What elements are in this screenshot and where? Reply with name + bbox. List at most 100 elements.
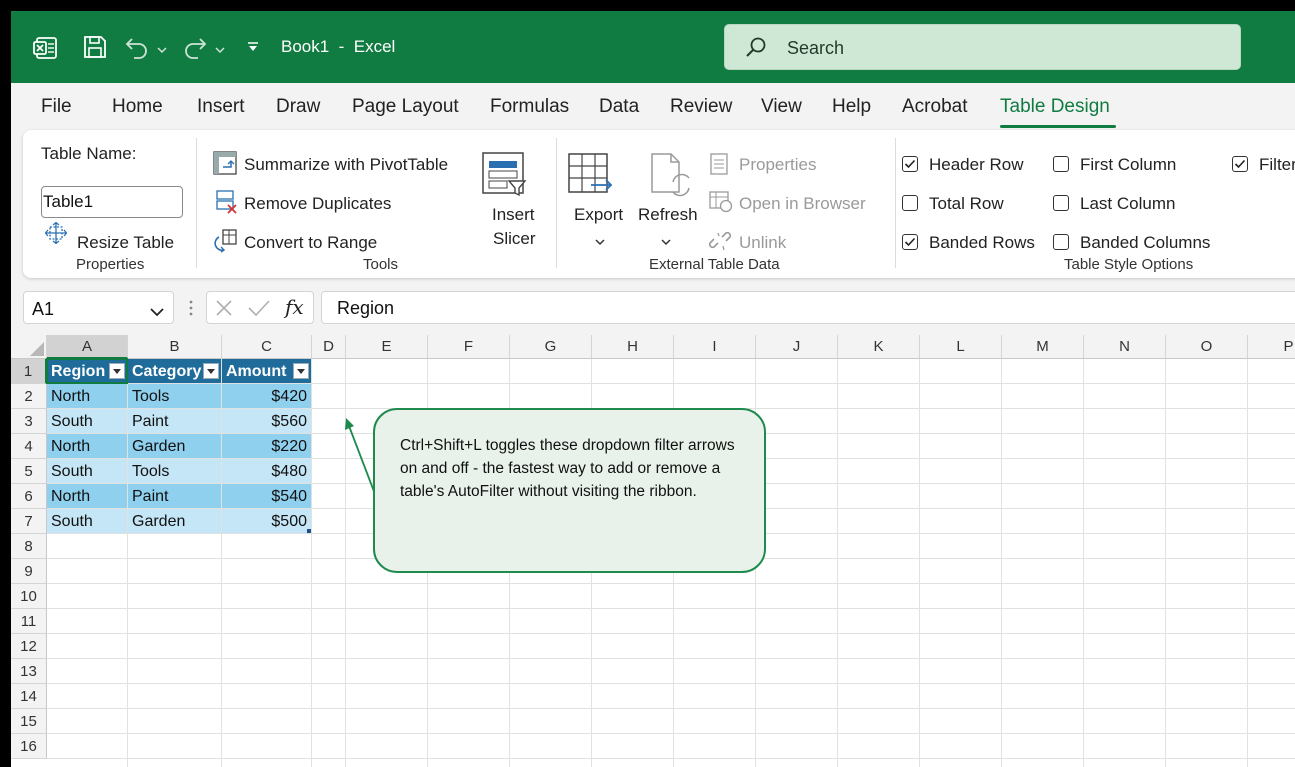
properties-button[interactable]: Properties bbox=[739, 155, 816, 175]
table-cell[interactable]: North bbox=[47, 484, 127, 508]
formula-input[interactable]: Region bbox=[321, 291, 1295, 324]
undo-icon[interactable] bbox=[124, 35, 150, 64]
table-cell[interactable]: South bbox=[47, 409, 127, 433]
select-all-corner[interactable] bbox=[11, 335, 47, 359]
resize-table-icon[interactable] bbox=[44, 221, 68, 249]
tab-table-design[interactable]: Table Design bbox=[1000, 96, 1110, 118]
redo-dropdown-icon[interactable] bbox=[215, 41, 225, 59]
export-button[interactable]: Export bbox=[574, 205, 623, 225]
column-header-c[interactable]: C bbox=[222, 335, 312, 359]
tab-review[interactable]: Review bbox=[670, 96, 732, 118]
summarize-pivottable-button[interactable]: Summarize with PivotTable bbox=[244, 155, 448, 175]
search-box[interactable]: Search bbox=[724, 24, 1241, 70]
column-header-n[interactable]: N bbox=[1084, 335, 1166, 359]
tab-data[interactable]: Data bbox=[599, 96, 639, 118]
name-box[interactable]: A1 bbox=[23, 291, 174, 324]
tab-insert[interactable]: Insert bbox=[197, 96, 245, 118]
remove-duplicates-icon[interactable] bbox=[216, 190, 238, 219]
export-icon[interactable] bbox=[567, 152, 615, 203]
cancel-icon[interactable] bbox=[215, 299, 233, 322]
filter-button-checkbox[interactable] bbox=[1232, 156, 1248, 172]
tab-acrobat[interactable]: Acrobat bbox=[902, 96, 967, 118]
convert-to-range-button[interactable]: Convert to Range bbox=[244, 233, 377, 253]
export-dropdown-icon[interactable] bbox=[595, 231, 605, 251]
row-header-5[interactable]: 5 bbox=[11, 459, 47, 484]
table-cell[interactable]: North bbox=[47, 434, 127, 458]
tab-file[interactable]: File bbox=[41, 96, 72, 118]
tab-page-layout[interactable]: Page Layout bbox=[352, 96, 459, 118]
column-header-h[interactable]: H bbox=[592, 335, 674, 359]
row-header-2[interactable]: 2 bbox=[11, 384, 47, 409]
table-cell[interactable]: North bbox=[47, 384, 127, 408]
tab-help[interactable]: Help bbox=[832, 96, 871, 118]
row-header-3[interactable]: 3 bbox=[11, 409, 47, 434]
unlink-icon[interactable] bbox=[708, 230, 733, 257]
table-cell[interactable]: Paint bbox=[128, 484, 221, 508]
save-icon[interactable] bbox=[82, 34, 108, 65]
column-header-b[interactable]: B bbox=[128, 335, 222, 359]
table-name-input[interactable]: Table1 bbox=[41, 186, 183, 218]
row-header-12[interactable]: 12 bbox=[11, 634, 47, 659]
column-header-d[interactable]: D bbox=[312, 335, 346, 359]
last-column-checkbox[interactable] bbox=[1053, 195, 1069, 211]
insert-function-icon[interactable]: fx bbox=[285, 295, 304, 319]
column-header-j[interactable]: J bbox=[756, 335, 838, 359]
row-header-1[interactable]: 1 bbox=[11, 359, 47, 384]
insert-slicer-icon[interactable] bbox=[481, 151, 527, 202]
customize-toolbar-icon[interactable] bbox=[247, 40, 259, 58]
filter-dropdown-icon[interactable] bbox=[203, 363, 219, 379]
tab-formulas[interactable]: Formulas bbox=[490, 96, 569, 118]
convert-to-range-icon[interactable] bbox=[214, 229, 238, 258]
redo-icon[interactable] bbox=[182, 35, 208, 64]
excel-logo-icon[interactable] bbox=[33, 35, 59, 66]
table-cell[interactable]: $500 bbox=[222, 509, 311, 533]
table-resize-handle[interactable] bbox=[307, 529, 311, 533]
enter-icon[interactable] bbox=[248, 299, 270, 322]
column-header-f[interactable]: F bbox=[428, 335, 510, 359]
table-cell[interactable]: $560 bbox=[222, 409, 311, 433]
table-cell[interactable]: South bbox=[47, 509, 127, 533]
chevron-down-icon[interactable] bbox=[150, 304, 164, 322]
row-header-4[interactable]: 4 bbox=[11, 434, 47, 459]
banded-columns-checkbox[interactable] bbox=[1053, 234, 1069, 250]
filter-dropdown-icon[interactable] bbox=[109, 363, 125, 379]
row-header-16[interactable]: 16 bbox=[11, 734, 47, 759]
table-cell[interactable]: Garden bbox=[128, 434, 221, 458]
table-cell[interactable]: $480 bbox=[222, 459, 311, 483]
undo-dropdown-icon[interactable] bbox=[157, 41, 167, 59]
first-column-checkbox[interactable] bbox=[1053, 156, 1069, 172]
properties-icon[interactable] bbox=[710, 153, 728, 180]
table-cell[interactable]: Garden bbox=[128, 509, 221, 533]
column-header-i[interactable]: I bbox=[674, 335, 756, 359]
refresh-button[interactable]: Refresh bbox=[638, 205, 698, 225]
row-header-13[interactable]: 13 bbox=[11, 659, 47, 684]
row-header-8[interactable]: 8 bbox=[11, 534, 47, 559]
open-in-browser-icon[interactable] bbox=[709, 191, 733, 218]
insert-slicer-button[interactable]: Insert bbox=[492, 205, 535, 225]
table-cell[interactable]: $540 bbox=[222, 484, 311, 508]
open-in-browser-button[interactable]: Open in Browser bbox=[739, 194, 866, 214]
row-header-10[interactable]: 10 bbox=[11, 584, 47, 609]
tab-draw[interactable]: Draw bbox=[276, 96, 320, 118]
table-cell[interactable]: Tools bbox=[128, 459, 221, 483]
filter-dropdown-icon[interactable] bbox=[293, 363, 309, 379]
column-header-g[interactable]: G bbox=[510, 335, 592, 359]
table-cell[interactable]: Paint bbox=[128, 409, 221, 433]
row-header-15[interactable]: 15 bbox=[11, 709, 47, 734]
header-row-checkbox[interactable] bbox=[902, 156, 918, 172]
column-header-a[interactable]: A bbox=[47, 335, 128, 359]
table-cell[interactable]: $220 bbox=[222, 434, 311, 458]
column-header-e[interactable]: E bbox=[346, 335, 428, 359]
table-cell[interactable]: South bbox=[47, 459, 127, 483]
total-row-checkbox[interactable] bbox=[902, 195, 918, 211]
column-header-m[interactable]: M bbox=[1002, 335, 1084, 359]
tab-view[interactable]: View bbox=[761, 96, 802, 118]
tab-home[interactable]: Home bbox=[112, 96, 163, 118]
refresh-dropdown-icon[interactable] bbox=[661, 231, 671, 251]
table-cell[interactable]: $420 bbox=[222, 384, 311, 408]
pivot-table-icon[interactable] bbox=[213, 151, 237, 180]
column-header-p[interactable]: P bbox=[1248, 335, 1295, 359]
insert-slicer-button-line2[interactable]: Slicer bbox=[493, 229, 536, 249]
column-header-k[interactable]: K bbox=[838, 335, 920, 359]
row-header-9[interactable]: 9 bbox=[11, 559, 47, 584]
